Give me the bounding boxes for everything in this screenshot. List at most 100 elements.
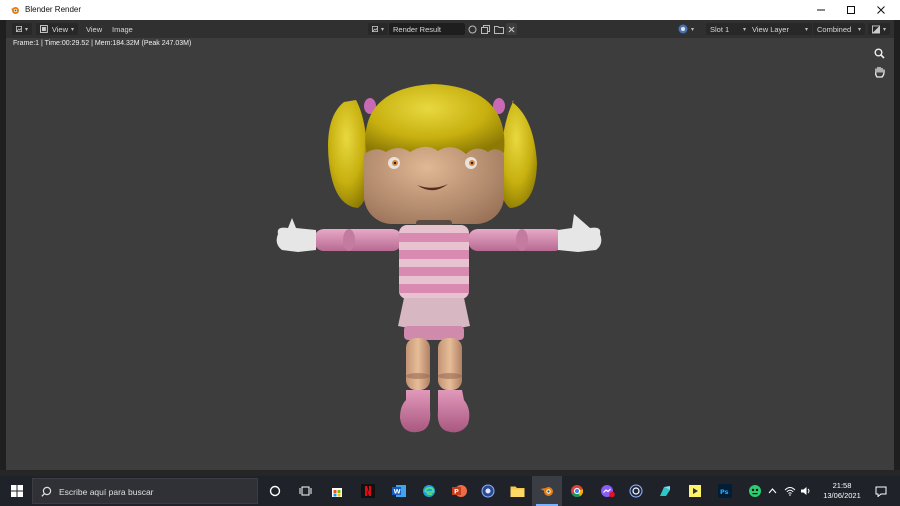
slot-label: Slot 1 [710,24,730,34]
cinema4d-app[interactable] [621,476,651,506]
shield-icon [468,25,477,33]
render-viewport[interactable]: Frame:1 | Time:00:29.52 | Mem:184.32M (P… [6,38,894,470]
view-mode-dropdown[interactable]: View ▾ [36,23,78,35]
cortana-icon [269,485,281,497]
search-icon [41,486,52,497]
chevron-down-icon: ▾ [70,26,74,33]
windows-taskbar: Escribe aquí para buscar W P Ps 21:58 13… [0,476,900,506]
chrome-app[interactable] [562,476,592,506]
render-pass-dropdown[interactable]: Combined ▾ [813,23,865,35]
media-player-icon [481,484,495,498]
game-icon [749,485,761,497]
chevron-down-icon: ▾ [380,26,384,33]
slot-dropdown[interactable]: Slot 1 ▾ [706,23,750,35]
powerpoint-app[interactable]: P [444,476,474,506]
sticky-notes-icon [689,485,701,497]
editor-type-selector[interactable]: ▾ [12,23,32,35]
new-image-button[interactable] [481,23,490,35]
chevron-up-icon [768,488,776,494]
clock-date: 13/06/2021 [823,491,861,500]
overlay-toggle[interactable]: ▾ [678,23,698,35]
sticky-app[interactable] [680,476,710,506]
chevron-down-icon: ▾ [742,26,746,33]
netflix-app[interactable] [353,476,383,506]
overlay-icon [678,24,688,34]
maximize-icon [847,6,855,14]
svg-text:Ps: Ps [720,488,729,496]
cortana-button[interactable] [260,476,290,506]
folder-icon [494,25,504,34]
maximize-button[interactable] [836,0,866,20]
messenger-app[interactable] [592,476,622,506]
store-app[interactable] [322,476,352,506]
svg-text:P: P [454,488,459,496]
windows-logo-icon [11,485,23,497]
tray-overflow-button[interactable] [764,476,780,506]
photoshop-app[interactable]: Ps [710,476,740,506]
chevron-down-icon: ▾ [857,26,861,33]
window-titlebar: Blender Render [0,0,900,20]
close-button[interactable] [866,0,896,20]
word-app[interactable]: W [384,476,414,506]
minimize-button[interactable] [806,0,836,20]
volume-button[interactable] [798,476,814,506]
netflix-icon [361,484,375,498]
unlink-image-button[interactable] [506,23,517,35]
image-browse-button[interactable]: ▾ [368,23,388,35]
left-pigtail [328,100,369,208]
svg-text:W: W [393,488,400,496]
render-result-image [276,84,602,433]
blender-logo-icon [10,7,19,14]
blender-logo-icon [540,487,553,496]
open-image-button[interactable] [494,23,504,35]
image-icon [372,26,378,32]
view-layer-dropdown[interactable]: View Layer ▾ [748,23,812,35]
chrome-icon [571,485,584,498]
close-icon [508,26,515,32]
view-layer-label: View Layer [752,24,789,34]
view-icon [40,25,48,33]
chevron-down-icon: ▾ [691,26,695,33]
search-placeholder: Escribe aquí para buscar [59,487,154,497]
paint3d-icon [660,486,670,496]
fake-user-button[interactable] [468,23,477,35]
network-button[interactable] [782,476,798,506]
right-pigtail [499,100,537,208]
left-leg [406,338,430,390]
render-pass-label: Combined [817,24,852,34]
blender-app[interactable] [532,476,562,506]
messenger-icon [600,485,615,498]
file-explorer-app[interactable] [502,476,532,506]
notifications-button[interactable] [866,476,896,506]
paint3d-app[interactable] [650,476,680,506]
taskbar-search-box[interactable]: Escribe aquí para buscar [32,478,258,504]
edge-app[interactable] [414,476,444,506]
left-arm [314,229,402,251]
store-icon [332,488,342,497]
minimize-icon [817,9,825,11]
powerpoint-icon: P [451,485,467,497]
skirt [398,298,470,330]
view-menu[interactable]: View [86,23,102,35]
right-boot [437,390,470,433]
display-channels-dropdown[interactable]: ▾ [868,23,890,35]
duplicate-icon [481,24,490,34]
start-button[interactable] [2,476,32,506]
chevron-down-icon: ▾ [804,26,808,33]
media-app[interactable] [473,476,503,506]
image-editor-header: ▾ View ▾ View Image ▾ Render Result ▾ Sl… [6,20,894,38]
window-title: Blender Render [25,5,82,14]
right-hand [558,214,602,252]
task-view-button[interactable] [290,476,320,506]
system-clock[interactable]: 21:58 13/06/2021 [814,481,870,501]
task-view-icon [299,486,311,496]
cinema4d-icon [629,484,643,498]
word-icon: W [391,485,406,497]
view-mode-label: View [51,24,68,34]
image-name-field[interactable]: Render Result [389,23,465,35]
left-hand [276,218,316,252]
clock-time: 21:58 [832,481,852,490]
chevron-down-icon: ▾ [24,26,28,33]
edge-icon [423,485,435,497]
image-menu[interactable]: Image [112,23,133,35]
